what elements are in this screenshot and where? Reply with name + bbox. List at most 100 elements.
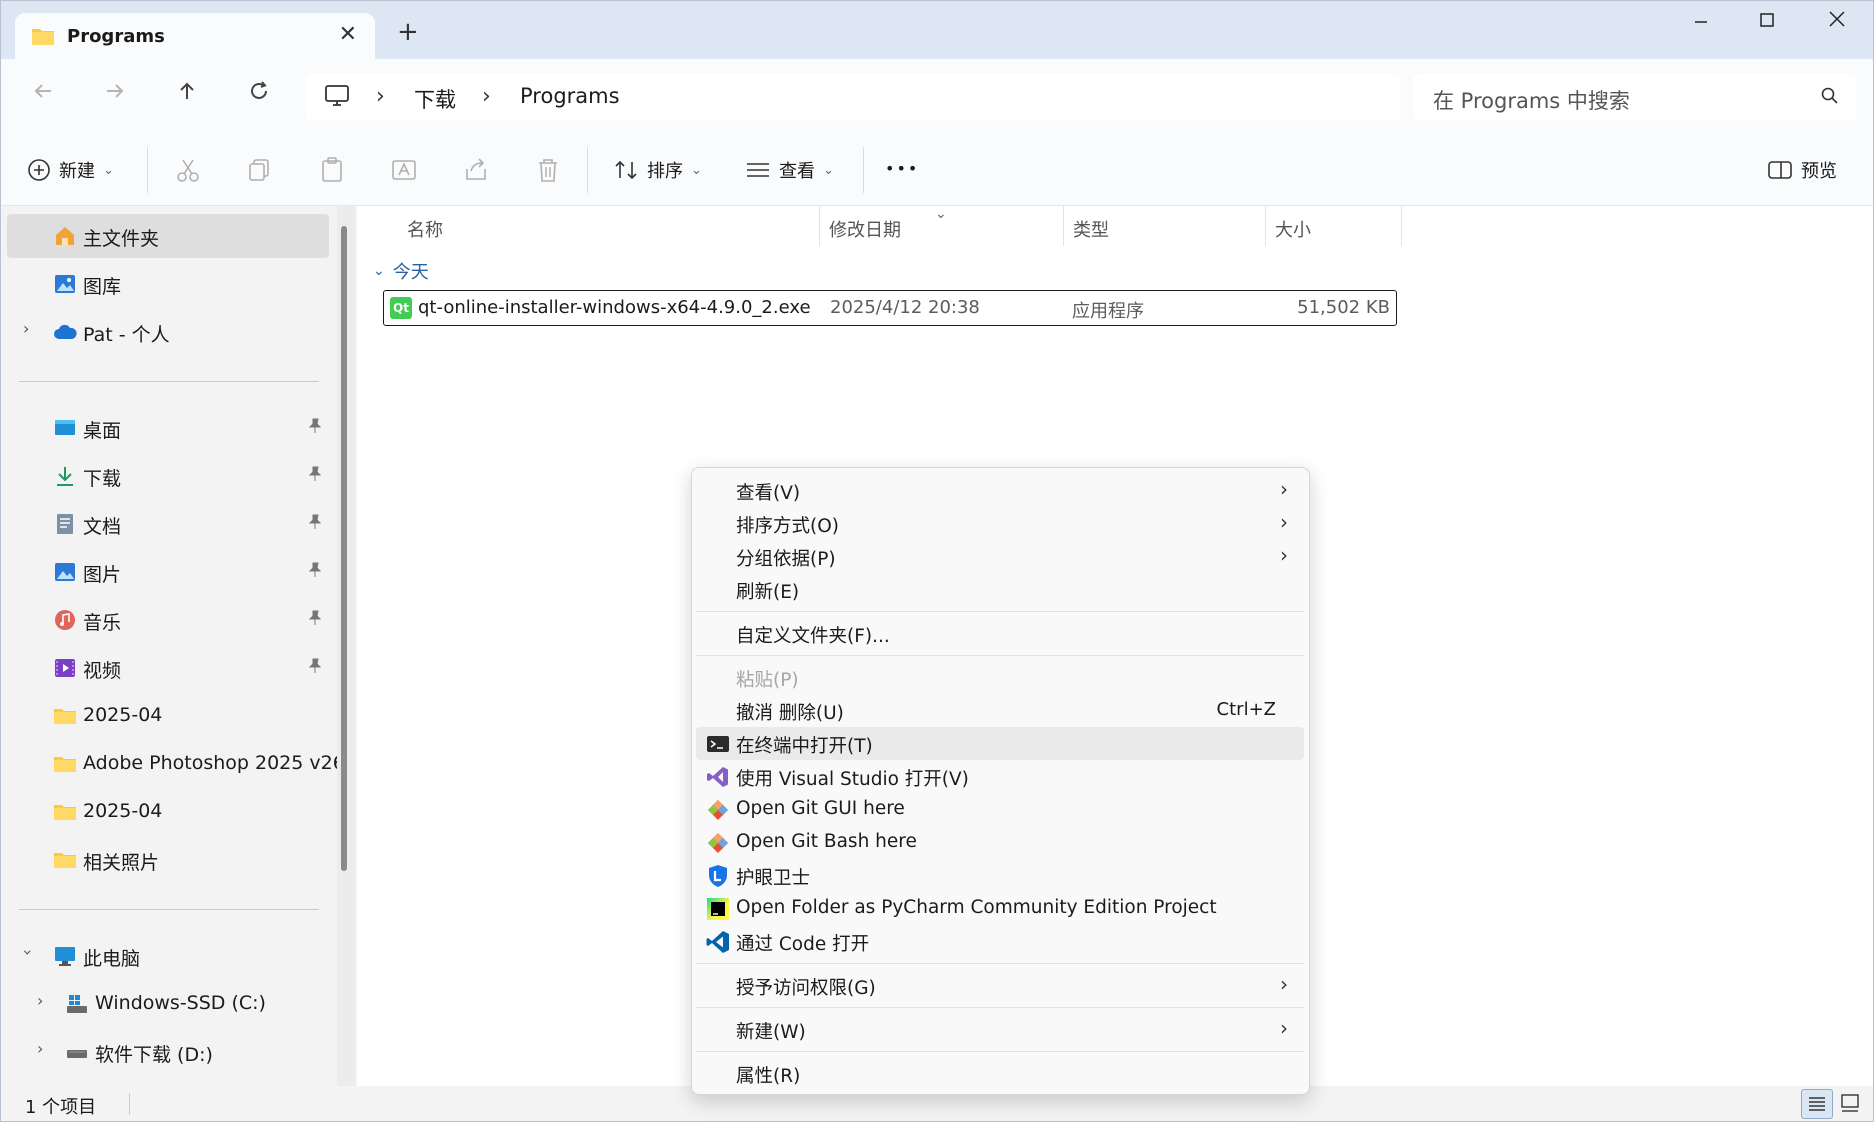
new-tab-button[interactable]: + — [397, 19, 419, 45]
menu-item-new[interactable]: 新建(W) › — [696, 1013, 1304, 1046]
sidebar-item-onedrive[interactable]: › Pat - 个人 — [7, 310, 329, 354]
pin-icon[interactable] — [307, 514, 323, 530]
column-header-size[interactable]: 大小 — [1275, 216, 1311, 242]
sidebar-item-pictures[interactable]: 图片 — [7, 550, 329, 594]
chevron-right-icon: › — [1280, 1016, 1288, 1040]
sidebar-item-label: 2025-04 — [83, 704, 163, 726]
sidebar-item-folder[interactable]: Adobe Photoshop 2025 v26. — [7, 742, 351, 786]
sidebar-item-documents[interactable]: 文档 — [7, 502, 329, 546]
details-view-icon[interactable] — [1801, 1089, 1833, 1119]
file-size: 51,502 KB — [1297, 297, 1390, 318]
sort-button[interactable]: 排序 ⌄ — [613, 157, 702, 183]
chevron-down-icon[interactable]: › — [19, 949, 38, 955]
copy-icon[interactable] — [245, 155, 275, 185]
sidebar-item-desktop[interactable]: 桌面 — [7, 406, 329, 450]
delete-icon[interactable] — [533, 155, 563, 185]
sidebar-item-folder[interactable]: 2025-04 — [7, 790, 329, 834]
menu-item-git-bash[interactable]: Open Git Bash here — [696, 826, 1304, 859]
up-button[interactable] — [167, 79, 207, 115]
sidebar-item-folder[interactable]: 2025-04 — [7, 694, 329, 738]
tab-programs[interactable]: Programs ✕ — [15, 13, 375, 59]
pin-icon[interactable] — [307, 466, 323, 482]
menu-item-label: 排序方式(O) — [736, 516, 839, 537]
sidebar-item-downloads[interactable]: 下载 — [7, 454, 329, 498]
pin-icon[interactable] — [307, 610, 323, 626]
menu-item-open-visual-studio[interactable]: 使用 Visual Studio 打开(V) — [696, 760, 1304, 793]
plus-circle-icon — [28, 159, 50, 181]
more-options-button[interactable]: ••• — [885, 159, 919, 178]
menu-item-sort-by[interactable]: 排序方式(O) › — [696, 507, 1304, 540]
toolbar-divider — [147, 147, 148, 193]
new-label: 新建 — [59, 161, 95, 182]
sidebar-item-gallery[interactable]: 图库 — [7, 262, 329, 306]
new-button[interactable]: 新建 ⌄ — [27, 157, 114, 183]
share-icon[interactable] — [461, 155, 491, 185]
chevron-right-icon[interactable]: › — [23, 319, 29, 338]
chevron-down-icon: ⌄ — [373, 263, 385, 279]
menu-item-undo-delete[interactable]: 撤消 删除(U) Ctrl+Z — [696, 694, 1304, 727]
sidebar-item-home[interactable]: 主文件夹 — [7, 214, 329, 258]
sidebar-item-label: 主文件夹 — [83, 228, 160, 250]
menu-item-open-code[interactable]: 通过 Code 打开 — [696, 925, 1304, 958]
column-header-date[interactable]: 修改日期 — [829, 216, 901, 242]
column-divider[interactable] — [1401, 206, 1402, 246]
menu-item-eye-guard[interactable]: 护眼卫士 — [696, 859, 1304, 892]
git-icon — [708, 800, 728, 820]
close-window-button[interactable] — [1807, 9, 1867, 39]
address-box[interactable]: › 下载 › Programs — [306, 74, 1400, 120]
pin-icon[interactable] — [307, 418, 323, 434]
pin-icon[interactable] — [307, 658, 323, 674]
preview-pane-button[interactable]: 预览 — [1767, 157, 1837, 183]
rename-icon[interactable] — [389, 155, 419, 185]
gallery-icon — [55, 275, 75, 293]
search-input[interactable]: 在 Programs 中搜索 — [1433, 85, 1630, 115]
sidebar-scrollbar[interactable] — [341, 226, 347, 871]
menu-item-group-by[interactable]: 分组依据(P) › — [696, 540, 1304, 573]
menu-item-pycharm[interactable]: Open Folder as PyCharm Community Edition… — [696, 892, 1304, 925]
menu-item-refresh[interactable]: 刷新(E) — [696, 573, 1304, 606]
minimize-button[interactable] — [1671, 9, 1731, 39]
pin-icon[interactable] — [307, 562, 323, 578]
sidebar-item-music[interactable]: 音乐 — [7, 598, 329, 642]
search-box[interactable]: 在 Programs 中搜索 — [1413, 74, 1856, 120]
menu-item-open-terminal[interactable]: 在终端中打开(T) — [696, 727, 1304, 760]
column-divider[interactable] — [819, 206, 820, 246]
group-header-today[interactable]: ⌄ 今天 — [373, 258, 429, 284]
paste-icon[interactable] — [317, 155, 347, 185]
pictures-icon — [55, 563, 75, 581]
menu-item-grant-access[interactable]: 授予访问权限(G) › — [696, 969, 1304, 1002]
sidebar-item-folder[interactable]: 相关照片 — [7, 838, 329, 882]
column-header-name[interactable]: 名称 — [407, 216, 443, 242]
close-tab-icon[interactable]: ✕ — [339, 22, 357, 47]
table-row[interactable]: Qt qt-online-installer-windows-x64-4.9.0… — [383, 290, 1397, 326]
menu-item-customize-folder[interactable]: 自定义文件夹(F)... — [696, 617, 1304, 650]
breadcrumb-programs[interactable]: Programs — [520, 84, 620, 108]
column-header-type[interactable]: 类型 — [1073, 216, 1109, 242]
column-divider[interactable] — [1265, 206, 1266, 246]
sidebar-item-drive-d[interactable]: › 软件下载 (D:) — [7, 1030, 329, 1074]
column-divider[interactable] — [1063, 206, 1064, 246]
sidebar-item-label: 桌面 — [83, 420, 122, 442]
menu-item-paste: 粘贴(P) — [696, 661, 1304, 694]
menu-item-properties[interactable]: 属性(R) — [696, 1057, 1304, 1090]
chevron-down-icon: ⌄ — [691, 162, 702, 178]
sidebar-item-label: 2025-04 — [83, 800, 163, 822]
cut-icon[interactable] — [173, 155, 203, 185]
back-button[interactable] — [23, 79, 63, 115]
chevron-right-icon: › — [1280, 543, 1288, 567]
chevron-right-icon[interactable]: › — [37, 991, 43, 1010]
menu-item-view[interactable]: 查看(V) › — [696, 474, 1304, 507]
breadcrumb-separator-icon: › — [482, 84, 491, 109]
chevron-right-icon[interactable]: › — [37, 1039, 43, 1058]
music-icon — [55, 610, 75, 630]
breadcrumb-downloads[interactable]: 下载 — [414, 84, 456, 114]
sidebar-item-videos[interactable]: 视频 — [7, 646, 329, 690]
sidebar-item-this-pc[interactable]: › 此电脑 — [7, 934, 329, 978]
maximize-button[interactable] — [1737, 9, 1797, 39]
sidebar-item-drive-c[interactable]: › Windows-SSD (C:) — [7, 982, 329, 1026]
tiles-view-icon[interactable] — [1835, 1089, 1865, 1117]
forward-button[interactable] — [95, 79, 135, 115]
refresh-button[interactable] — [239, 79, 279, 115]
menu-item-git-gui[interactable]: Open Git GUI here — [696, 793, 1304, 826]
view-button[interactable]: 查看 ⌄ — [745, 157, 834, 183]
